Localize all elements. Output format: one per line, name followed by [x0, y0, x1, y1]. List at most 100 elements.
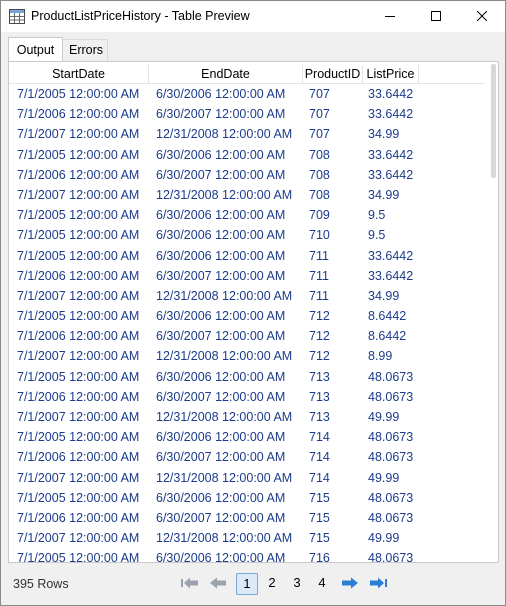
cell-enddate: 6/30/2007 12:00:00 AM	[156, 450, 286, 465]
cell-productid: 708	[309, 167, 330, 182]
table-row[interactable]: 7/1/2007 12:00:00 AM 12/31/2008 12:00:00 …	[9, 346, 485, 366]
table-row[interactable]: 7/1/2005 12:00:00 AM 6/30/2006 12:00:00 A…	[9, 367, 485, 387]
tab-output[interactable]: Output	[8, 37, 63, 63]
table-row[interactable]: 7/1/2006 12:00:00 AM 6/30/2007 12:00:00 A…	[9, 165, 485, 185]
cell-productid: 716	[309, 551, 330, 563]
table-row[interactable]: 7/1/2006 12:00:00 AM 6/30/2007 12:00:00 A…	[9, 508, 485, 528]
table-row[interactable]: 7/1/2007 12:00:00 AM 12/31/2008 12:00:00 …	[9, 185, 485, 205]
cell-listprice: 48.0673	[368, 490, 414, 505]
cell-startdate: 7/1/2007 12:00:00 AM	[17, 531, 140, 546]
cell-startdate: 7/1/2006 12:00:00 AM	[17, 450, 140, 465]
cell-productid: 712	[309, 309, 330, 324]
cell-startdate: 7/1/2005 12:00:00 AM	[17, 228, 140, 243]
cell-enddate: 6/30/2007 12:00:00 AM	[156, 107, 286, 122]
cell-startdate: 7/1/2006 12:00:00 AM	[17, 107, 140, 122]
cell-listprice: 33.6442	[368, 87, 414, 101]
page-2-button[interactable]: 2	[261, 573, 283, 595]
cell-enddate: 6/30/2006 12:00:00 AM	[156, 551, 286, 563]
scrollbar-thumb[interactable]	[491, 64, 496, 178]
table-row[interactable]: 7/1/2006 12:00:00 AM 6/30/2007 12:00:00 A…	[9, 447, 485, 467]
maximize-button[interactable]	[413, 1, 459, 32]
page-4-button[interactable]: 4	[311, 573, 333, 595]
cell-productid: 714	[309, 450, 330, 465]
cell-productid: 712	[309, 349, 330, 364]
cell-enddate: 6/30/2006 12:00:00 AM	[156, 228, 286, 243]
cell-listprice: 9.5	[368, 208, 386, 223]
tab-errors[interactable]: Errors	[63, 39, 108, 62]
close-button[interactable]	[459, 1, 505, 32]
cell-startdate: 7/1/2005 12:00:00 AM	[17, 490, 140, 505]
cell-productid: 714	[309, 470, 330, 485]
column-header-startdate[interactable]: StartDate	[9, 65, 149, 84]
cell-enddate: 12/31/2008 12:00:00 AM	[156, 288, 293, 303]
table-row[interactable]: 7/1/2006 12:00:00 AM 6/30/2007 12:00:00 A…	[9, 326, 485, 346]
cell-startdate: 7/1/2005 12:00:00 AM	[17, 248, 140, 263]
cell-startdate: 7/1/2007 12:00:00 AM	[17, 410, 140, 424]
first-page-icon	[180, 576, 200, 593]
last-page-icon	[368, 576, 388, 593]
cell-productid: 708	[309, 147, 330, 162]
cell-productid: 713	[309, 369, 330, 384]
table-row[interactable]: 7/1/2006 12:00:00 AM 6/30/2007 12:00:00 A…	[9, 387, 485, 407]
column-header-enddate[interactable]: EndDate	[149, 65, 303, 84]
cell-enddate: 6/30/2006 12:00:00 AM	[156, 369, 286, 384]
cell-listprice: 8.99	[368, 349, 393, 364]
cell-productid: 715	[309, 510, 330, 525]
cell-productid: 710	[309, 228, 330, 243]
table-row[interactable]: 7/1/2006 12:00:00 AM 6/30/2007 12:00:00 A…	[9, 104, 485, 124]
cell-productid: 712	[309, 329, 330, 344]
cell-productid: 713	[309, 410, 330, 424]
table-row[interactable]: 7/1/2005 12:00:00 AM 6/30/2006 12:00:00 A…	[9, 225, 485, 245]
cell-productid: 711	[309, 248, 329, 263]
vertical-scrollbar[interactable]	[488, 62, 498, 562]
cell-startdate: 7/1/2007 12:00:00 AM	[17, 349, 140, 364]
close-icon	[476, 10, 488, 24]
last-page-button[interactable]	[367, 574, 389, 594]
table-row[interactable]: 7/1/2006 12:00:00 AM 6/30/2007 12:00:00 A…	[9, 266, 485, 286]
cell-enddate: 12/31/2008 12:00:00 AM	[156, 410, 293, 424]
table-row[interactable]: 7/1/2005 12:00:00 AM 6/30/2006 12:00:00 A…	[9, 246, 485, 266]
cell-enddate: 12/31/2008 12:00:00 AM	[156, 349, 293, 364]
cell-startdate: 7/1/2007 12:00:00 AM	[17, 187, 140, 202]
table-row[interactable]: 7/1/2007 12:00:00 AM 12/31/2008 12:00:00 …	[9, 468, 485, 488]
table-row[interactable]: 7/1/2007 12:00:00 AM 12/31/2008 12:00:00 …	[9, 286, 485, 306]
first-page-button[interactable]	[179, 574, 201, 594]
page-3-button[interactable]: 3	[286, 573, 308, 595]
cell-enddate: 6/30/2007 12:00:00 AM	[156, 268, 286, 283]
table-row[interactable]: 7/1/2007 12:00:00 AM 12/31/2008 12:00:00 …	[9, 407, 485, 427]
table-row[interactable]: 7/1/2007 12:00:00 AM 12/31/2008 12:00:00 …	[9, 528, 485, 548]
cell-startdate: 7/1/2005 12:00:00 AM	[17, 369, 140, 384]
title-bar: ProductListPriceHistory - Table Preview	[1, 1, 505, 32]
cell-enddate: 6/30/2006 12:00:00 AM	[156, 490, 286, 505]
status-footer: 395 Rows 1 2 3 4	[1, 563, 505, 605]
minimize-button[interactable]	[367, 1, 413, 32]
page-1-button[interactable]: 1	[236, 573, 258, 595]
cell-startdate: 7/1/2005 12:00:00 AM	[17, 551, 140, 563]
table-row[interactable]: 7/1/2005 12:00:00 AM 6/30/2006 12:00:00 A…	[9, 488, 485, 508]
grid-header: StartDate EndDate ProductID ListPrice	[9, 65, 485, 84]
cell-startdate: 7/1/2005 12:00:00 AM	[17, 309, 140, 324]
cell-productid: 707	[309, 127, 330, 142]
column-header-listprice[interactable]: ListPrice	[363, 65, 419, 84]
next-page-button[interactable]	[339, 574, 361, 594]
cell-startdate: 7/1/2006 12:00:00 AM	[17, 329, 140, 344]
previous-page-icon	[208, 576, 228, 593]
table-row[interactable]: 7/1/2005 12:00:00 AM 6/30/2006 12:00:00 A…	[9, 306, 485, 326]
column-header-productid[interactable]: ProductID	[303, 65, 363, 84]
table-row[interactable]: 7/1/2005 12:00:00 AM 6/30/2006 12:00:00 A…	[9, 205, 485, 225]
cell-listprice: 34.99	[368, 127, 400, 142]
cell-enddate: 6/30/2006 12:00:00 AM	[156, 87, 286, 101]
cell-startdate: 7/1/2007 12:00:00 AM	[17, 127, 140, 142]
table-row[interactable]: 7/1/2005 12:00:00 AM 6/30/2006 12:00:00 A…	[9, 548, 485, 563]
table-row[interactable]: 7/1/2005 12:00:00 AM 6/30/2006 12:00:00 A…	[9, 427, 485, 447]
table-row[interactable]: 7/1/2005 12:00:00 AM 6/30/2006 12:00:00 A…	[9, 84, 485, 104]
table-row[interactable]: 7/1/2007 12:00:00 AM 12/31/2008 12:00:00 …	[9, 124, 485, 144]
cell-listprice: 49.99	[368, 470, 400, 485]
previous-page-button[interactable]	[207, 574, 229, 594]
cell-startdate: 7/1/2007 12:00:00 AM	[17, 288, 140, 303]
table-row[interactable]: 7/1/2005 12:00:00 AM 6/30/2006 12:00:00 A…	[9, 145, 485, 165]
cell-productid: 714	[309, 430, 330, 445]
cell-productid: 707	[309, 107, 330, 122]
cell-listprice: 33.6442	[368, 248, 414, 263]
row-count: 395 Rows	[13, 577, 69, 591]
